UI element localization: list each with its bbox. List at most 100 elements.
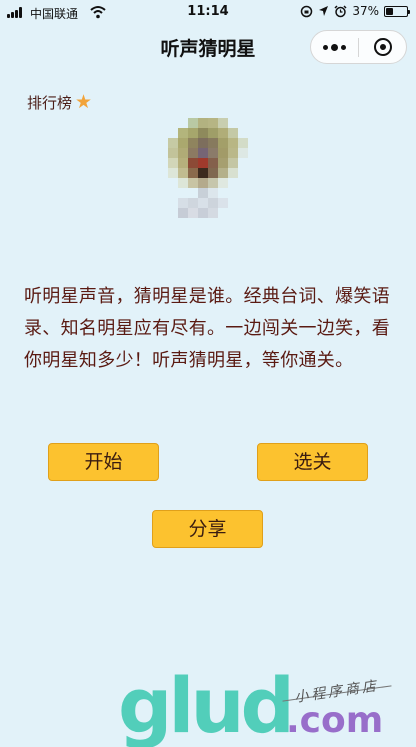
select-level-button[interactable]: 选关: [257, 443, 368, 481]
battery-percent: 37%: [352, 4, 379, 18]
avatar-pixel: [208, 118, 218, 128]
avatar-pixel: [218, 198, 228, 208]
avatar-pixel: [218, 178, 228, 188]
battery-level: [386, 7, 394, 15]
avatar-pixel: [188, 198, 198, 208]
avatar-pixel: [208, 128, 218, 138]
avatar-pixel: [238, 148, 248, 158]
avatar-pixel: [238, 208, 248, 218]
avatar-pixel: [188, 158, 198, 168]
avatar-pixel: [218, 168, 228, 178]
avatar-pixel: [198, 198, 208, 208]
star-avatar: [168, 118, 248, 230]
avatar-pixel: [228, 188, 238, 198]
ranking-link[interactable]: 排行榜 ★: [27, 92, 92, 113]
share-button[interactable]: 分享: [152, 510, 263, 548]
avatar-pixel: [238, 158, 248, 168]
avatar-pixel: [238, 198, 248, 208]
avatar-pixel: [238, 178, 248, 188]
avatar-pixel: [188, 118, 198, 128]
avatar-pixel: [228, 198, 238, 208]
avatar-pixel: [238, 168, 248, 178]
avatar-pixel: [228, 148, 238, 158]
avatar-pixel: [218, 218, 228, 228]
avatar-pixel: [208, 208, 218, 218]
star-icon: ★: [75, 91, 93, 113]
avatar-pixel: [198, 118, 208, 128]
avatar-pixel: [208, 198, 218, 208]
avatar-pixel: [228, 208, 238, 218]
avatar-pixel: [198, 178, 208, 188]
more-button[interactable]: [311, 31, 358, 63]
start-button[interactable]: 开始: [48, 443, 159, 481]
alarm-icon: [334, 4, 347, 17]
avatar-pixel: [208, 178, 218, 188]
game-description: 听明星声音，猜明星是谁。经典台词、爆笑语录、知名明星应有尽有。一边闯关一边笑，看…: [24, 286, 390, 371]
avatar-pixel: [218, 128, 228, 138]
avatar-pixel: [178, 188, 188, 198]
watermark-logo: glud: [118, 661, 295, 747]
avatar-pixel: [238, 138, 248, 148]
avatar-pixel: [218, 208, 228, 218]
avatar-pixel: [178, 198, 188, 208]
avatar-pixel: [218, 188, 228, 198]
avatar-pixel: [218, 148, 228, 158]
avatar-pixel: [218, 158, 228, 168]
avatar-pixel: [238, 118, 248, 128]
avatar-pixel: [238, 218, 248, 228]
ranking-label: 排行榜: [27, 94, 73, 112]
avatar-pixel: [218, 138, 228, 148]
status-bar: 中国联通 11:14 37%: [0, 0, 416, 26]
avatar-pixel: [168, 208, 178, 218]
avatar-pixel: [208, 148, 218, 158]
avatar-pixel: [168, 138, 178, 148]
avatar-pixel: [168, 188, 178, 198]
avatar-pixel: [228, 118, 238, 128]
avatar-pixel: [178, 128, 188, 138]
avatar-pixel: [178, 218, 188, 228]
avatar-pixel: [178, 168, 188, 178]
avatar-pixel: [168, 168, 178, 178]
avatar-pixel: [168, 198, 178, 208]
avatar-pixel: [198, 128, 208, 138]
avatar-pixel: [188, 168, 198, 178]
avatar-pixel: [198, 188, 208, 198]
avatar-pixel: [228, 178, 238, 188]
avatar-pixel: [188, 148, 198, 158]
avatar-pixel: [198, 138, 208, 148]
avatar-pixel: [228, 138, 238, 148]
avatar-pixel: [228, 168, 238, 178]
avatar-pixel: [208, 158, 218, 168]
status-right: 37%: [300, 4, 410, 18]
avatar-pixel: [178, 158, 188, 168]
miniprogram-capsule: [310, 30, 407, 64]
avatar-pixel: [208, 188, 218, 198]
avatar-pixel: [188, 188, 198, 198]
avatar-pixel: [198, 208, 208, 218]
watermark-dotcom: .com: [286, 700, 384, 741]
more-icon: [323, 43, 346, 51]
avatar-pixel: [188, 128, 198, 138]
avatar-pixel: [168, 158, 178, 168]
avatar-pixel: [228, 128, 238, 138]
avatar-pixel: [188, 178, 198, 188]
avatar-pixel: [168, 128, 178, 138]
avatar-pixel: [208, 168, 218, 178]
avatar-pixel: [178, 148, 188, 158]
avatar-pixel: [178, 118, 188, 128]
avatar-pixel: [168, 178, 178, 188]
avatar-pixel: [168, 218, 178, 228]
avatar-pixel: [228, 218, 238, 228]
close-miniprogram-button[interactable]: [359, 31, 406, 63]
close-miniprogram-icon: [373, 38, 392, 56]
avatar-pixel: [188, 208, 198, 218]
location-icon: [319, 6, 329, 16]
avatar-pixel: [208, 218, 218, 228]
avatar-pixel: [198, 168, 208, 178]
avatar-pixel: [168, 148, 178, 158]
avatar-pixel: [178, 138, 188, 148]
avatar-pixel: [238, 128, 248, 138]
avatar-pixel: [218, 118, 228, 128]
avatar-pixel: [198, 218, 208, 228]
avatar-pixel: [198, 148, 208, 158]
